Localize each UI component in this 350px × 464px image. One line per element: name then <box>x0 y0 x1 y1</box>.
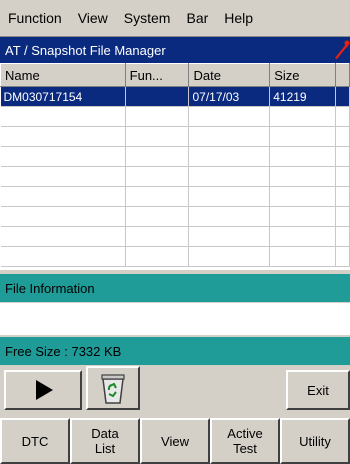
table-row[interactable]: DM030717154 07/17/03 41219 <box>0 86 350 107</box>
tab-active-test[interactable]: Active Test <box>210 418 280 464</box>
recycle-bin-icon <box>101 374 125 404</box>
bottom-tab-bar: DTC Data List View Active Test Utility <box>0 418 350 464</box>
cell-size: 41219 <box>269 86 337 107</box>
menu-system[interactable]: System <box>116 0 179 36</box>
menu-bar-item[interactable]: Bar <box>178 0 216 36</box>
free-size-label: Free Size : 7332 KB <box>5 343 122 359</box>
column-header-filler <box>335 63 350 87</box>
menu-bar: Function View System Bar Help <box>0 0 350 37</box>
table-row-empty <box>0 186 350 207</box>
free-size-bar: Free Size : 7332 KB <box>0 337 350 365</box>
cell-date: 07/17/03 <box>188 86 271 107</box>
cell-filler <box>335 86 350 107</box>
column-header-function[interactable]: Fun... <box>124 63 190 87</box>
play-icon <box>36 380 53 400</box>
tab-view[interactable]: View <box>140 418 210 464</box>
table-row-empty <box>0 106 350 127</box>
table-row-empty <box>0 246 350 267</box>
table-row-empty <box>0 126 350 147</box>
cell-name: DM030717154 <box>0 86 126 107</box>
play-button[interactable] <box>4 370 82 410</box>
menu-help[interactable]: Help <box>216 0 261 36</box>
file-information-content <box>0 303 350 335</box>
column-header-date[interactable]: Date <box>188 63 271 87</box>
table-row-empty <box>0 166 350 187</box>
tab-utility[interactable]: Utility <box>280 418 350 464</box>
menu-function[interactable]: Function <box>0 0 70 36</box>
file-table: Name Fun... Date Size DM030717154 07/17/… <box>0 63 350 267</box>
file-list[interactable]: Name Fun... Date Size DM030717154 07/17/… <box>0 63 350 270</box>
window-title: AT / Snapshot File Manager <box>5 42 166 58</box>
window-title-bar: AT / Snapshot File Manager <box>0 37 350 63</box>
table-row-empty <box>0 206 350 227</box>
wrench-icon <box>335 40 350 59</box>
recycle-bin-button[interactable] <box>86 366 140 410</box>
table-row-empty <box>0 146 350 167</box>
table-header-row: Name Fun... Date Size <box>0 63 350 87</box>
table-row-empty <box>0 226 350 247</box>
file-information-header: File Information <box>0 274 350 302</box>
tab-dtc[interactable]: DTC <box>0 418 70 464</box>
file-information-label: File Information <box>5 280 95 296</box>
cell-function <box>125 86 190 107</box>
column-header-size[interactable]: Size <box>269 63 337 87</box>
tab-data-list[interactable]: Data List <box>70 418 140 464</box>
exit-button[interactable]: Exit <box>286 370 350 410</box>
column-header-name[interactable]: Name <box>0 63 126 87</box>
menu-view[interactable]: View <box>70 0 116 36</box>
